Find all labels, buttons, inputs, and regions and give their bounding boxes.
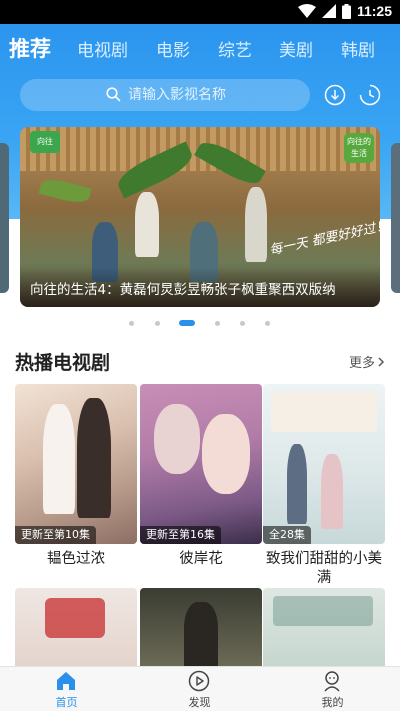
drama-title: 韫色过浓 [47, 551, 105, 567]
search-input[interactable] [128, 85, 298, 105]
banner-logo: 向往 [30, 131, 60, 153]
poster-figure [321, 454, 343, 529]
carousel-dot[interactable] [129, 321, 134, 326]
poster-figure [287, 444, 307, 524]
search-icon [106, 87, 121, 102]
poster-sign [271, 392, 377, 432]
nav-profile[interactable]: 我的 [266, 667, 399, 711]
drama-card[interactable]: 全28集 致我们甜甜的小美满 [263, 384, 385, 588]
poster-figure [77, 398, 111, 518]
poster-title-art [273, 596, 373, 626]
status-time: 11:25 [356, 3, 392, 19]
carousel-indicator [0, 319, 400, 327]
tab-tv-series[interactable]: 电视剧 [77, 36, 128, 61]
drama-card-partial[interactable] [15, 588, 137, 666]
drama-card[interactable]: 更新至第10集 韫色过浓 [15, 384, 137, 569]
carousel-dot[interactable] [215, 321, 220, 326]
battery-icon [341, 3, 351, 19]
more-button[interactable]: 更多 [349, 352, 385, 371]
play-circle-icon [188, 670, 210, 692]
search-bar[interactable] [20, 79, 310, 111]
tab-movies[interactable]: 电影 [156, 36, 190, 61]
banner-slide[interactable]: 向往 向往的生活 每一天 都要好好过！ 向往的生活4：黄磊何炅彭昱畅张子枫重聚西… [20, 127, 380, 307]
home-icon [57, 672, 75, 690]
carousel-dot[interactable] [265, 321, 270, 326]
show-logo: 向往的生活 [344, 133, 374, 163]
category-tabs: 推荐 电视剧 电影 综艺 美剧 韩剧 [0, 24, 400, 70]
drama-card-partial[interactable] [140, 588, 262, 666]
nav-discover[interactable]: 发现 [133, 667, 266, 711]
poster-face [202, 414, 250, 494]
user-icon [324, 671, 340, 692]
poster-title-art [45, 598, 105, 638]
section-title: 热播电视剧 [15, 352, 111, 374]
tab-korean-drama[interactable]: 韩剧 [341, 36, 375, 61]
more-label: 更多 [349, 356, 376, 371]
poster-figure [43, 404, 75, 514]
banner-person [245, 187, 267, 262]
episode-badge: 全28集 [263, 526, 311, 544]
nav-profile-label: 我的 [321, 696, 344, 709]
banner-prev-peek[interactable] [0, 143, 9, 293]
episode-badge: 更新至第16集 [140, 526, 221, 544]
banner-slogan: 每一天 都要好好过！ [268, 218, 380, 259]
drama-poster: 更新至第16集 [140, 384, 262, 544]
drama-title: 致我们甜甜的小美满 [266, 551, 382, 586]
banner-leaf [38, 175, 92, 207]
drama-card[interactable]: 更新至第16集 彼岸花 [140, 384, 262, 569]
poster-face [154, 404, 200, 474]
download-icon[interactable] [324, 84, 346, 106]
chevron-right-icon [378, 356, 385, 367]
nav-home-label: 首页 [55, 696, 78, 709]
carousel-dot[interactable] [155, 321, 160, 326]
status-bar: 11:25 [0, 0, 400, 24]
nav-home[interactable]: 首页 [0, 667, 133, 711]
carousel-dot[interactable] [240, 321, 245, 326]
wifi-icon [297, 4, 316, 18]
tab-recommend[interactable]: 推荐 [9, 33, 51, 63]
poster-figure [184, 602, 218, 666]
carousel-dot-active[interactable] [179, 320, 195, 326]
episode-badge: 更新至第10集 [15, 526, 96, 544]
drama-title: 彼岸花 [179, 551, 223, 567]
drama-card-partial[interactable] [263, 588, 385, 666]
nav-discover-label: 发现 [188, 696, 211, 709]
tab-variety[interactable]: 综艺 [218, 36, 252, 61]
signal-icon [321, 4, 336, 18]
tab-us-drama[interactable]: 美剧 [279, 36, 313, 61]
banner-next-peek[interactable] [391, 143, 400, 293]
banner-person [135, 192, 159, 257]
banner-caption: 向往的生活4：黄磊何炅彭昱畅张子枫重聚西双版纳 [30, 282, 336, 298]
history-clock-icon[interactable] [359, 84, 381, 106]
drama-poster: 更新至第10集 [15, 384, 137, 544]
drama-poster: 全28集 [263, 384, 385, 544]
bottom-navigation: 首页 发现 我的 [0, 666, 400, 711]
